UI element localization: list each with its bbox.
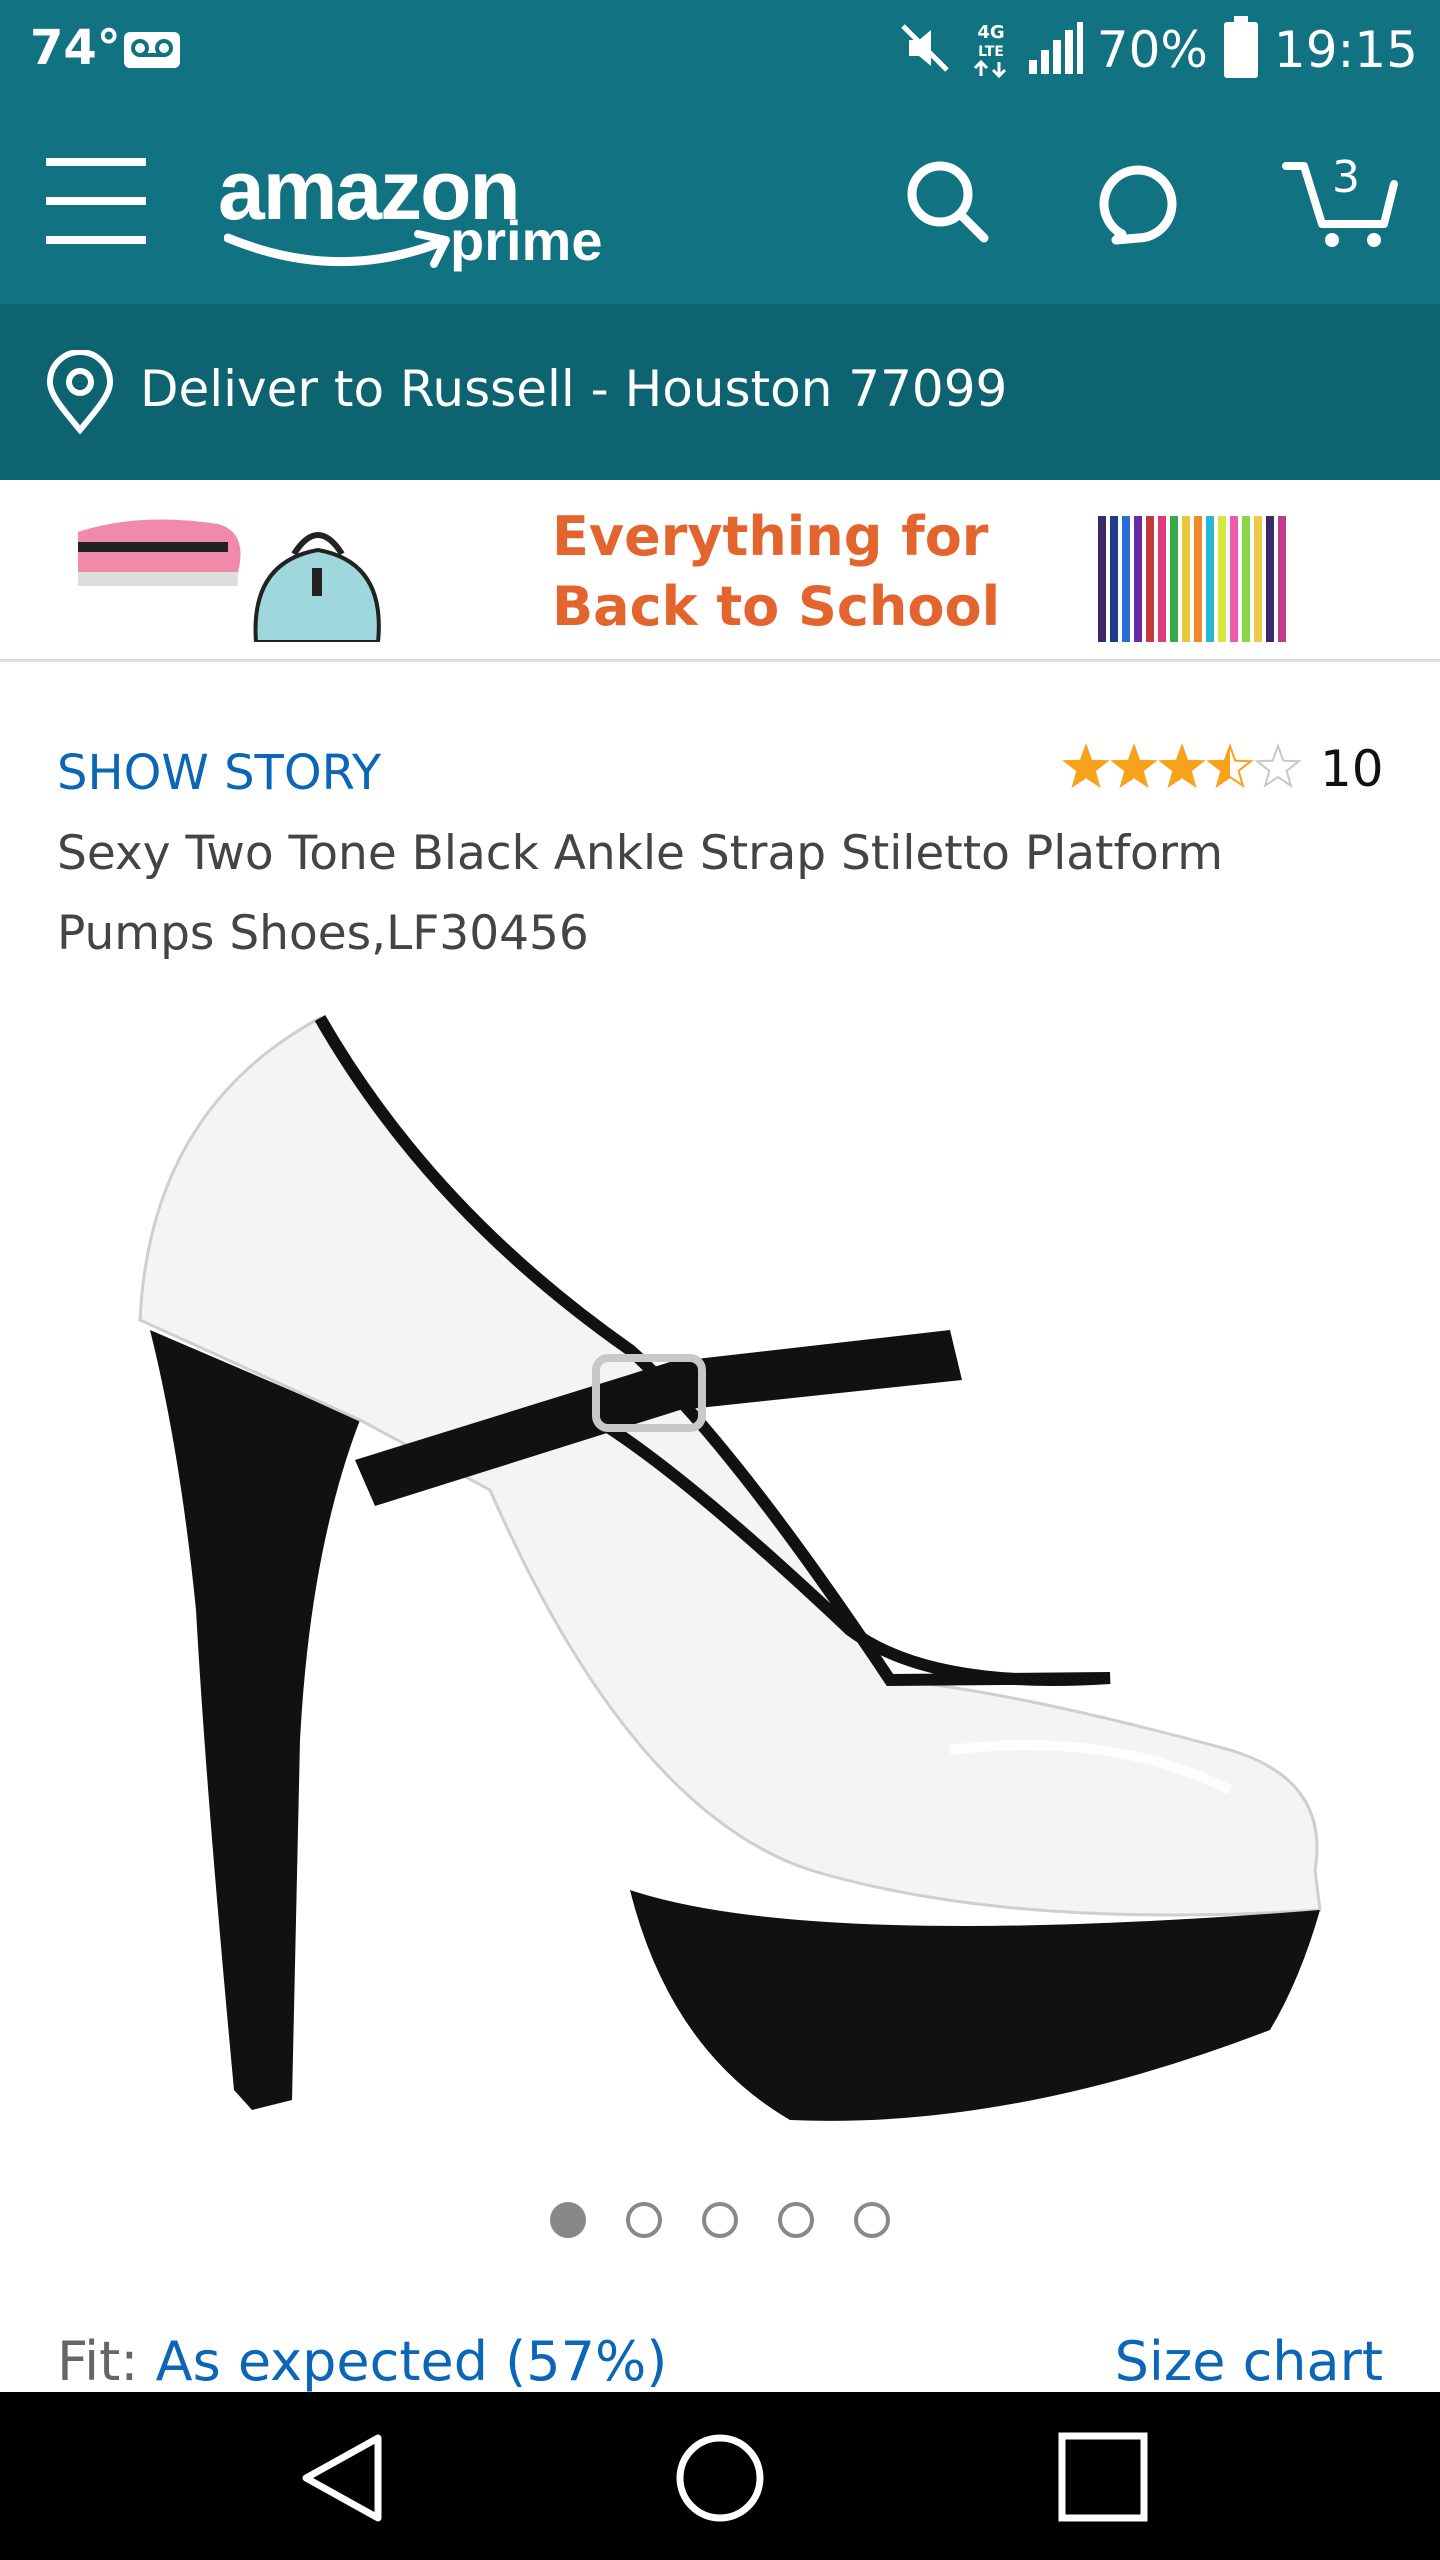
deliver-to-bar[interactable]: Deliver to Russell - Houston 77099 <box>0 304 1440 480</box>
network-type-icon: 4G LTE <box>969 18 1013 83</box>
battery-icon <box>1222 16 1260 84</box>
product-title: Sexy Two Tone Black Ankle Strap Stiletto… <box>57 826 1224 961</box>
star-rating[interactable]: 10 <box>1062 740 1384 798</box>
svg-text:4G: 4G <box>977 22 1004 43</box>
alexa-icon[interactable] <box>1092 156 1182 250</box>
status-right: 4G LTE 70% 19:15 <box>895 14 1418 86</box>
system-nav-bar <box>0 2392 1440 2560</box>
show-story-link[interactable]: SHOW STORY <box>57 745 381 801</box>
menu-icon[interactable] <box>46 158 146 248</box>
fit-row: Fit: As expected (57%) Size chart <box>57 2330 1383 2393</box>
size-chart-link[interactable]: Size chart <box>1115 2330 1383 2393</box>
status-bar: 74° 4G LTE 70% 19:15 <box>0 0 1440 100</box>
stars-icon <box>1062 742 1302 796</box>
voicemail-icon <box>122 30 182 74</box>
cart-count: 3 <box>1332 152 1360 203</box>
rating-star <box>1062 743 1110 789</box>
fit-label: Fit: <box>57 2330 156 2393</box>
rating-count: 10 <box>1320 740 1384 798</box>
svg-text:LTE: LTE <box>978 44 1004 60</box>
carousel-dot[interactable] <box>550 2202 586 2238</box>
home-icon[interactable] <box>674 2432 766 2528</box>
banner-line-2: Back to School <box>552 575 1001 638</box>
carousel-dot[interactable] <box>702 2202 738 2238</box>
image-carousel-dots <box>550 2202 890 2238</box>
location-pin-icon <box>44 349 116 438</box>
temperature: 74° <box>30 20 121 76</box>
clock: 19:15 <box>1273 21 1418 79</box>
amazon-prime-logo[interactable]: amazon prime <box>218 140 618 280</box>
battery-percent: 70% <box>1096 21 1208 79</box>
carousel-dot[interactable] <box>778 2202 814 2238</box>
screen: 74° 4G LTE 70% 19:15 amazon prime 3 Deli… <box>0 0 1440 2560</box>
rating-star <box>1110 743 1158 789</box>
fit-value-link[interactable]: As expected (57%) <box>156 2330 668 2393</box>
rating-star <box>1206 743 1254 789</box>
banner-headline: Everything for Back to School <box>552 502 1002 642</box>
rating-star <box>1158 743 1206 789</box>
signal-icon <box>1027 20 1083 80</box>
smile-icon <box>223 226 454 280</box>
product-image[interactable] <box>110 990 1350 2144</box>
recents-icon[interactable] <box>1058 2432 1148 2526</box>
app-header: amazon prime 3 <box>0 100 1440 304</box>
banner-line-1: Everything for <box>552 505 989 568</box>
logo-prime: prime <box>450 209 603 272</box>
deliver-to-text: Deliver to Russell - Houston 77099 <box>140 360 1008 418</box>
rating-star <box>1254 743 1302 789</box>
carousel-dot[interactable] <box>626 2202 662 2238</box>
search-icon[interactable] <box>904 156 994 250</box>
mute-icon <box>895 18 955 82</box>
carousel-dot[interactable] <box>854 2202 890 2238</box>
promo-banner[interactable]: Everything for Back to School <box>0 480 1440 662</box>
back-icon[interactable] <box>296 2432 386 2528</box>
